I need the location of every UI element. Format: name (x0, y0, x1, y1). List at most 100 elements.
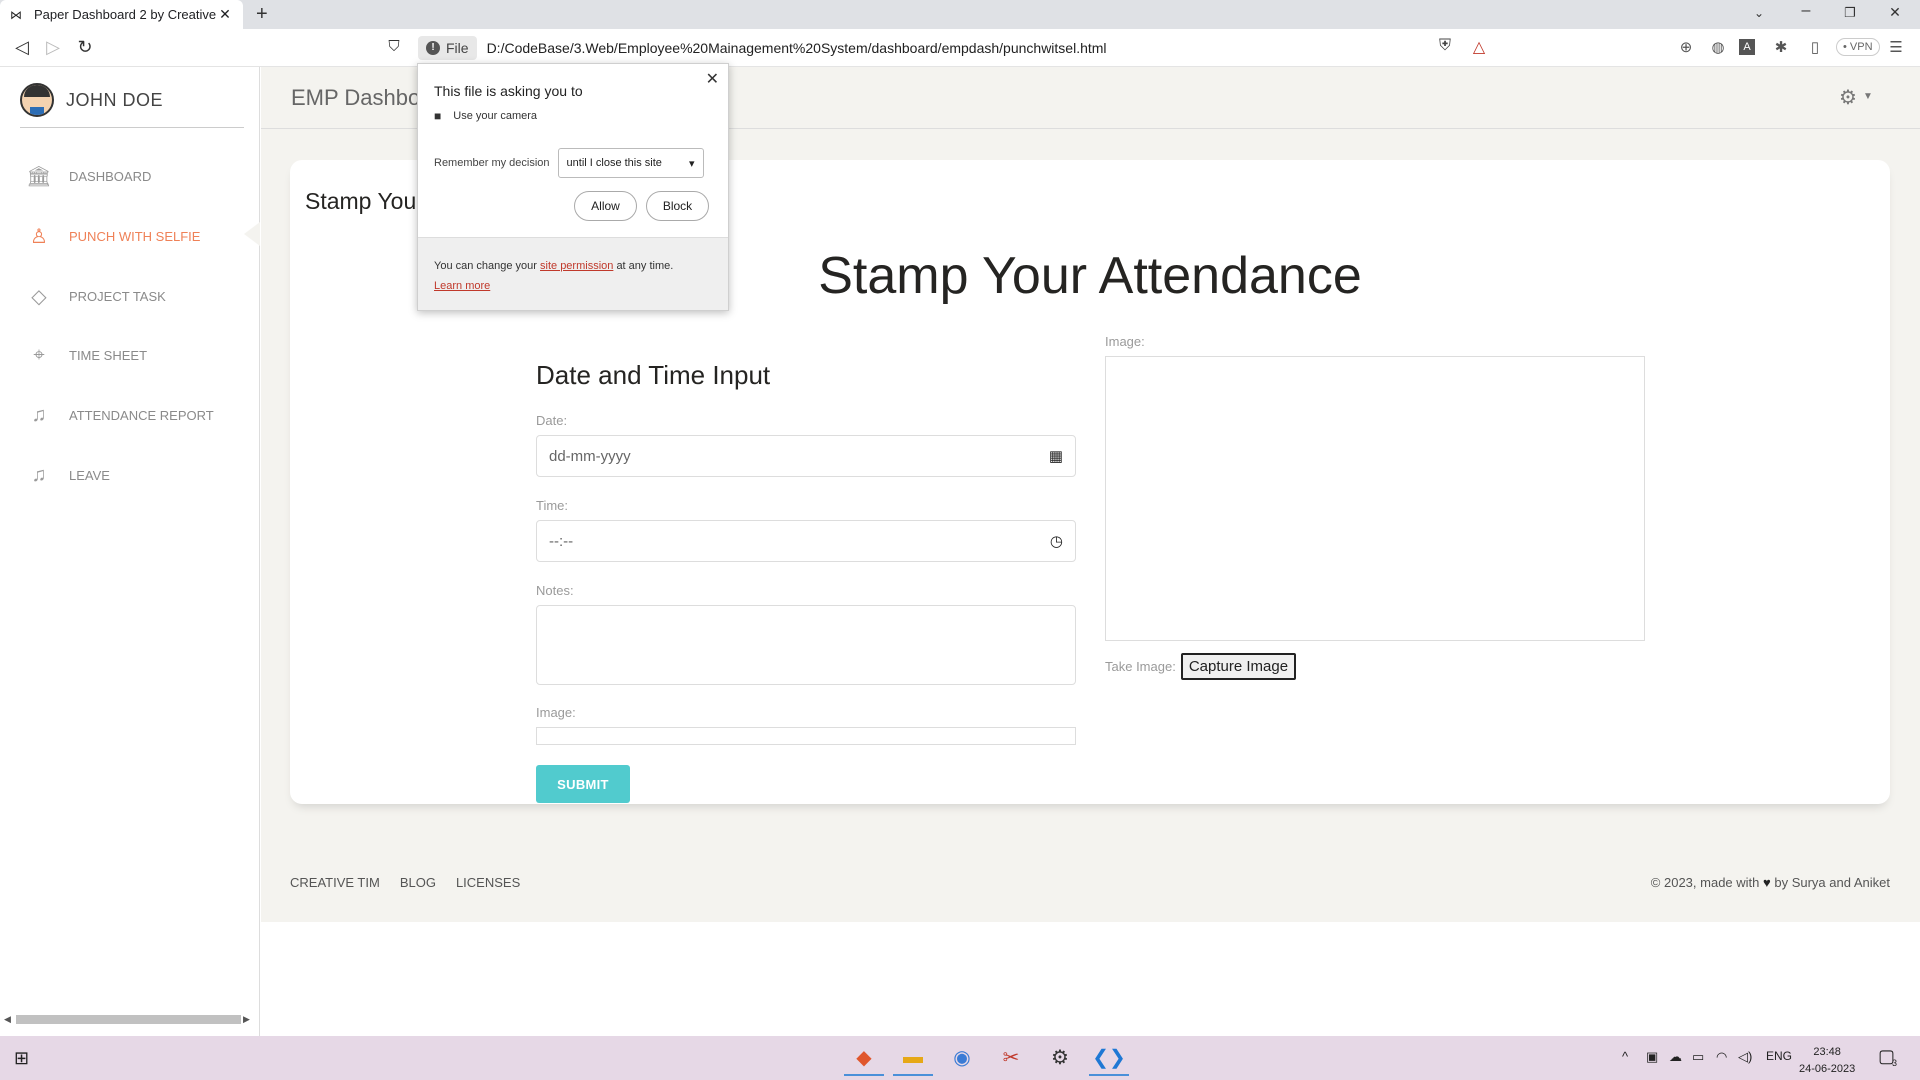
form-heading: Date and Time Input (536, 360, 771, 390)
settings-icon[interactable]: ⚙ (1040, 1040, 1080, 1076)
time-label: Time: (536, 498, 569, 513)
new-tab-button[interactable]: + (256, 3, 268, 26)
date-input[interactable]: dd-mm-yyyy ▦ (536, 435, 1076, 477)
onedrive-icon[interactable]: ☁ (1669, 1049, 1682, 1065)
address-bar[interactable]: ! File D:/CodeBase/3.Web/Employee%20Main… (418, 34, 1496, 62)
bookmark-icon[interactable]: ⛉ (383, 38, 405, 55)
bell-icon: ♫ (31, 464, 47, 486)
camera-panel: Image: Take Image: Capture Image (1105, 334, 1645, 680)
avatar (20, 83, 54, 117)
browser-toolbar: ◁ ▷ ↻ ⛉ ! File D:/CodeBase/3.Web/Employe… (0, 29, 1920, 67)
windows-start-icon[interactable]: ⊞ (14, 1048, 29, 1069)
tray-app-icon[interactable]: ▣ (1646, 1049, 1658, 1065)
dropdown-arrow-icon: ▾ (689, 157, 695, 170)
url-text: D:/CodeBase/3.Web/Employee%20Mainagement… (486, 40, 1107, 56)
footer-copyright: © 2023, made with ♥ by Surya and Aniket (1651, 875, 1890, 890)
popup-footer: You can change your site permission at a… (418, 237, 728, 310)
user-icon: ♙ (30, 226, 48, 248)
image-file-input[interactable] (536, 727, 1076, 745)
remember-value: until I close this site (566, 157, 662, 169)
forward-icon[interactable]: ▷ (42, 37, 64, 58)
submit-button[interactable]: SUBMIT (536, 765, 630, 803)
sidebar-item-project-task[interactable]: ◇ PROJECT TASK (26, 284, 166, 309)
volume-icon[interactable]: ◁) (1738, 1049, 1752, 1065)
sidebar-toggle-icon[interactable]: ▯ (1805, 38, 1825, 56)
block-button[interactable]: Block (646, 191, 709, 221)
language-indicator[interactable]: ENG (1766, 1049, 1792, 1063)
sidebar-item-leave[interactable]: ♫ LEAVE (26, 464, 110, 487)
remember-label: Remember my decision (434, 157, 550, 169)
close-window-icon[interactable]: ✕ (1883, 4, 1907, 21)
sidebar-item-dashboard[interactable]: 🏛 DASHBOARD (26, 164, 151, 189)
user-profile[interactable]: JOHN DOE (20, 83, 163, 117)
browser-tab[interactable]: ⋈ Paper Dashboard 2 by Creative Tim ✕ (0, 0, 243, 29)
taskbar: ⊞ ◆ ▬ ◉ ✂ ⚙ ❮❯ ^ ▣ ☁ ▭ ◠ ◁) ENG 23:48 24… (0, 1036, 1920, 1080)
time-input[interactable]: --:-- ◷ (536, 520, 1076, 562)
footer-link-licenses[interactable]: LICENSES (456, 875, 520, 890)
restore-icon[interactable]: ❐ (1838, 5, 1862, 21)
footer-prefix: You can change your (434, 260, 537, 272)
scroll-right-icon[interactable]: ▶ (243, 1014, 253, 1025)
footer-link-creative-tim[interactable]: CREATIVE TIM (290, 875, 380, 890)
extensions-puzzle-icon[interactable]: ✱ (1771, 38, 1791, 56)
wifi-icon[interactable]: ◠ (1716, 1049, 1727, 1065)
sidebar-item-time-sheet[interactable]: ⌖ TIME SHEET (26, 344, 147, 367)
extension-a-icon[interactable]: A (1739, 39, 1755, 55)
active-item-caret (244, 222, 260, 246)
brave-shield-icon[interactable]: ⛨ (1434, 37, 1456, 55)
clock-icon[interactable]: ◷ (1050, 532, 1063, 550)
footer-links: CREATIVE TIM BLOG LICENSES (290, 875, 520, 890)
date-label: Date: (536, 413, 568, 428)
back-icon[interactable]: ◁ (11, 37, 33, 58)
close-icon[interactable]: ✕ (706, 69, 719, 89)
scrollbar-thumb[interactable] (16, 1014, 241, 1024)
menu-icon[interactable]: ☰ (1886, 38, 1906, 56)
reload-icon[interactable]: ↻ (74, 37, 96, 58)
info-icon: ! (426, 41, 440, 55)
close-tab-icon[interactable]: ✕ (217, 6, 233, 23)
site-info-chip[interactable]: ! File (418, 36, 477, 60)
sidebar-item-attendance-report[interactable]: ♫ ATTENDANCE REPORT (26, 404, 214, 427)
tab-search-chevron-icon[interactable]: ⌄ (1747, 6, 1771, 20)
battery-icon[interactable]: ▭ (1692, 1049, 1704, 1065)
notes-textarea[interactable] (536, 605, 1076, 685)
minimize-icon[interactable]: – (1794, 2, 1818, 20)
sidebar-item-label: ATTENDANCE REPORT (69, 408, 214, 423)
site-permission-link[interactable]: site permission (540, 260, 613, 272)
remember-decision: Remember my decision until I close this … (434, 148, 704, 178)
gear-icon[interactable]: ⚙ (1839, 85, 1857, 110)
file-explorer-icon[interactable]: ▬ (893, 1040, 933, 1076)
vscode-icon[interactable]: ❮❯ (1089, 1040, 1129, 1076)
brave-rewards-icon[interactable]: △ (1468, 37, 1490, 57)
popup-title: This file is asking you to (434, 83, 583, 99)
calendar-icon[interactable]: ▦ (1049, 447, 1063, 465)
sidebar-item-label: PROJECT TASK (69, 289, 166, 304)
capture-image-button[interactable]: Capture Image (1180, 653, 1297, 680)
tab-title: Paper Dashboard 2 by Creative Tim (34, 7, 217, 22)
notification-count: 3 (1892, 1058, 1898, 1068)
time-placeholder: --:-- (549, 532, 574, 550)
qbittorrent-icon[interactable]: ◉ (942, 1040, 982, 1076)
sidebar: JOHN DOE 🏛 DASHBOARD ♙ PUNCH WITH SELFIE… (0, 67, 260, 1036)
brave-browser-icon[interactable]: ◆ (844, 1040, 884, 1076)
sidebar-item-label: LEAVE (69, 468, 110, 483)
extension-web-icon[interactable]: ◍ (1708, 38, 1728, 56)
take-image-label: Take Image: (1105, 659, 1176, 674)
extension-globe-icon[interactable]: ⊕ (1676, 38, 1696, 56)
scroll-left-icon[interactable]: ◀ (4, 1014, 14, 1025)
learn-more-link[interactable]: Learn more (434, 280, 490, 292)
footer-link-blog[interactable]: BLOG (400, 875, 436, 890)
date-placeholder: dd-mm-yyyy (549, 447, 631, 465)
system-clock[interactable]: 23:48 24-06-2023 (1799, 1044, 1855, 1078)
sidebar-item-punch-with-selfie[interactable]: ♙ PUNCH WITH SELFIE (26, 224, 200, 249)
remember-select[interactable]: until I close this site ▾ (557, 148, 704, 178)
snipping-tool-icon[interactable]: ✂ (991, 1040, 1031, 1076)
allow-button[interactable]: Allow (574, 191, 637, 221)
horizontal-scrollbar[interactable]: ◀ ▶ (4, 1012, 256, 1026)
copyright-suffix: by Surya and Aniket (1774, 875, 1890, 890)
clock-time: 23:48 (1813, 1046, 1841, 1058)
vpn-button[interactable]: • VPN (1836, 38, 1880, 56)
caret-down-icon[interactable]: ▼ (1863, 91, 1873, 102)
copyright-prefix: © 2023, made with (1650, 875, 1760, 890)
tray-overflow-icon[interactable]: ^ (1622, 1049, 1628, 1064)
